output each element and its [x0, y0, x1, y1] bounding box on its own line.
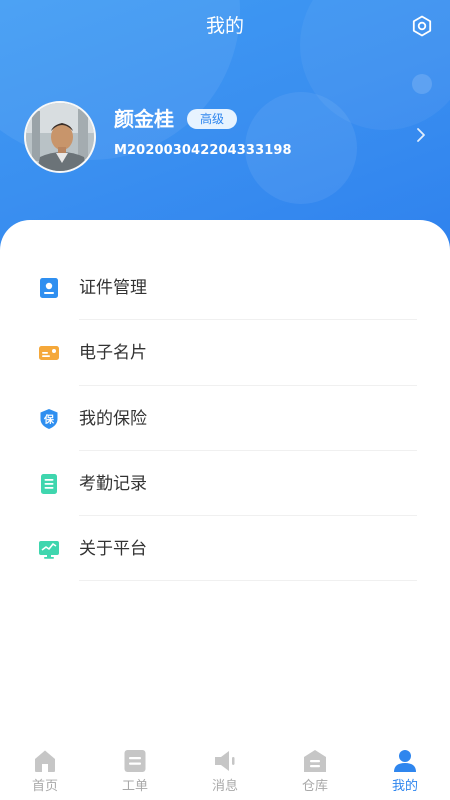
tab-label: 我的	[391, 779, 418, 794]
user-id: M202003042204333198	[114, 143, 292, 158]
tab-profile[interactable]: 我的	[360, 740, 450, 800]
menu-item-label: 关于平台	[79, 539, 147, 560]
tab-label: 仓库	[301, 779, 328, 794]
settings-icon	[412, 15, 432, 37]
svg-text:保: 保	[43, 413, 55, 426]
tab-label: 消息	[211, 779, 238, 794]
tab-home[interactable]: 首页	[0, 740, 90, 800]
tab-warehouse[interactable]: 仓库	[270, 740, 360, 800]
level-badge: 高级	[187, 109, 238, 129]
warehouse-icon	[304, 750, 326, 772]
menu-item-label: 证件管理	[79, 278, 147, 298]
tab-label: 工单	[121, 779, 148, 794]
tab-work-order[interactable]: 工单	[90, 740, 180, 800]
menu-item-certificates[interactable]: 证件管理	[0, 255, 450, 321]
bottom-tab-bar: 首页 工单 消息 仓库 我的	[0, 740, 450, 800]
profile-icon	[394, 750, 416, 772]
settings-button[interactable]	[410, 14, 434, 38]
attendance-record-icon	[41, 473, 57, 494]
business-card-icon	[39, 346, 59, 361]
id-card-icon	[40, 278, 58, 298]
tab-message[interactable]: 消息	[180, 740, 270, 800]
menu-item-label: 电子名片	[79, 343, 147, 364]
user-name: 颜金桂	[114, 107, 174, 131]
divider	[79, 580, 417, 582]
menu-item-business-card[interactable]: 电子名片	[0, 320, 450, 386]
about-platform-icon	[39, 541, 59, 559]
decorative-bubble	[412, 74, 432, 94]
tab-label: 首页	[31, 779, 58, 794]
home-icon	[35, 750, 55, 772]
message-icon	[215, 751, 235, 771]
profile-header: 我的 颜金桂 高级 M202003042204333198	[0, 0, 450, 250]
menu-item-about[interactable]: 关于平台	[0, 516, 450, 582]
menu-item-insurance[interactable]: 保 我的保险	[0, 386, 450, 451]
avatar-photo	[26, 103, 94, 171]
insurance-shield-icon: 保	[40, 408, 58, 429]
menu-list: 证件管理 电子名片 保 我的保险 考勤记录 关于平台	[0, 255, 450, 582]
work-order-icon	[124, 750, 146, 772]
chevron-right-icon[interactable]	[414, 125, 428, 145]
menu-item-label: 考勤记录	[79, 473, 147, 494]
menu-item-attendance[interactable]: 考勤记录	[0, 451, 450, 517]
page-title: 我的	[205, 15, 244, 37]
avatar[interactable]	[24, 101, 96, 173]
profile-summary[interactable]: 颜金桂 高级 M202003042204333198	[24, 101, 428, 175]
menu-item-label: 我的保险	[79, 408, 147, 429]
menu-card: 证件管理 电子名片 保 我的保险 考勤记录 关于平台	[0, 220, 450, 740]
